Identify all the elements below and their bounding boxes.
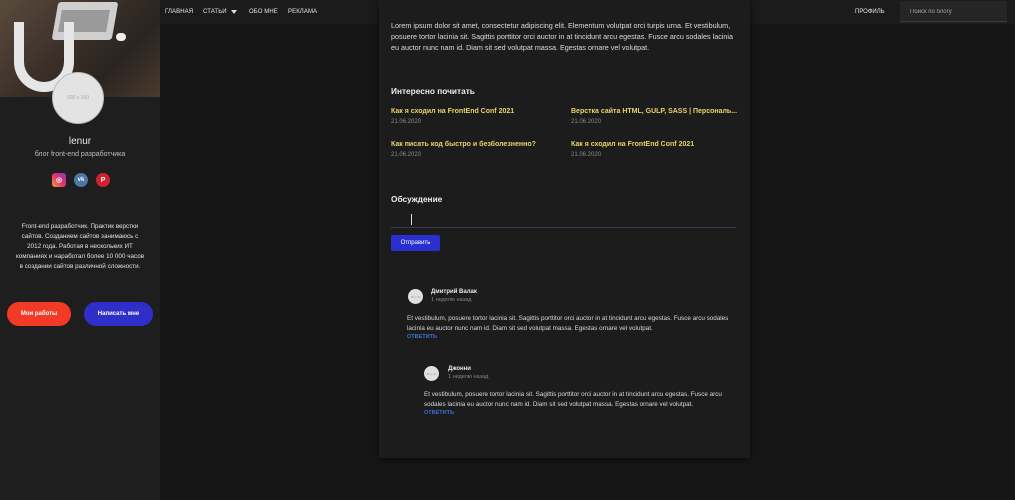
search-input[interactable]	[900, 1, 1007, 23]
comment-author: Джонни	[448, 366, 471, 372]
related-article-date: 21.06.2020	[571, 119, 602, 125]
my-works-button[interactable]: Мои работы	[7, 302, 71, 326]
reply-link[interactable]: ОТВЕТИТЬ	[407, 334, 437, 340]
pinterest-icon[interactable]: P	[96, 173, 110, 187]
nav-item-home[interactable]: ГЛАВНАЯ	[165, 9, 193, 15]
comment-text: Et vestibulum, posuere tortor lacinia si…	[424, 391, 722, 408]
instagram-icon[interactable]: ◎	[52, 173, 66, 187]
profile-link[interactable]: ПРОФИЛЬ	[855, 9, 885, 15]
send-button[interactable]: Отправить	[391, 235, 440, 251]
related-article-date: 21.06.2020	[391, 119, 422, 125]
avatar: 30 x 30	[424, 366, 439, 381]
comment-author: Дмитрий Валак	[431, 289, 477, 295]
mouse-illustration	[116, 33, 126, 41]
article-card: Lorem ipsum dolor sit amet, consectetur …	[379, 0, 750, 458]
related-article-link[interactable]: Как я сходил на FrontEnd Conf 2021	[571, 141, 694, 148]
discussion-title: Обсуждение	[391, 194, 443, 204]
reply-link[interactable]: ОТВЕТИТЬ	[424, 410, 454, 416]
nav-item-articles[interactable]: СТАТЬИ	[203, 9, 227, 15]
vk-icon[interactable]: vk	[74, 173, 88, 187]
text-cursor	[411, 214, 412, 225]
chevron-down-icon[interactable]	[231, 10, 237, 14]
related-article-link[interactable]: Верстка сайта HTML, GULP, SASS | Персона…	[571, 108, 737, 115]
related-article-date: 21.06.2020	[571, 152, 602, 158]
avatar: 30 x 30	[408, 289, 423, 304]
avatar: 100 x 100	[52, 72, 104, 124]
related-article-link[interactable]: Как писать код быстро и безболезненно?	[391, 141, 536, 148]
comment-time: 1 неделю назад	[431, 297, 472, 303]
write-me-button[interactable]: Написать мне	[84, 302, 153, 326]
author-name: lenur	[68, 136, 92, 147]
comment-time: 1 неделю назад	[448, 374, 489, 380]
author-bio: Front-end разработчик. Практик верстки с…	[15, 223, 145, 270]
related-title: Интересно почитать	[391, 86, 475, 96]
comment-text: Et vestibulum, posuere tortor lacinia si…	[407, 315, 729, 332]
search-underline	[900, 21, 1007, 22]
nav-item-ads[interactable]: РЕКЛАМА	[288, 9, 317, 15]
related-article-link[interactable]: Как я сходил на FrontEnd Conf 2021	[391, 108, 514, 115]
related-article-date: 21.06.2020	[391, 152, 422, 158]
blog-subtitle: блог front-end разработчика	[34, 151, 126, 158]
social-links: ◎ vk P	[52, 173, 110, 187]
sidebar: 100 x 100 lenur блог front-end разработч…	[0, 0, 160, 500]
nav-item-about[interactable]: ОБО МНЕ	[249, 9, 278, 15]
article-text: Lorem ipsum dolor sit amet, consectetur …	[391, 21, 733, 53]
comment-input[interactable]	[391, 213, 736, 228]
